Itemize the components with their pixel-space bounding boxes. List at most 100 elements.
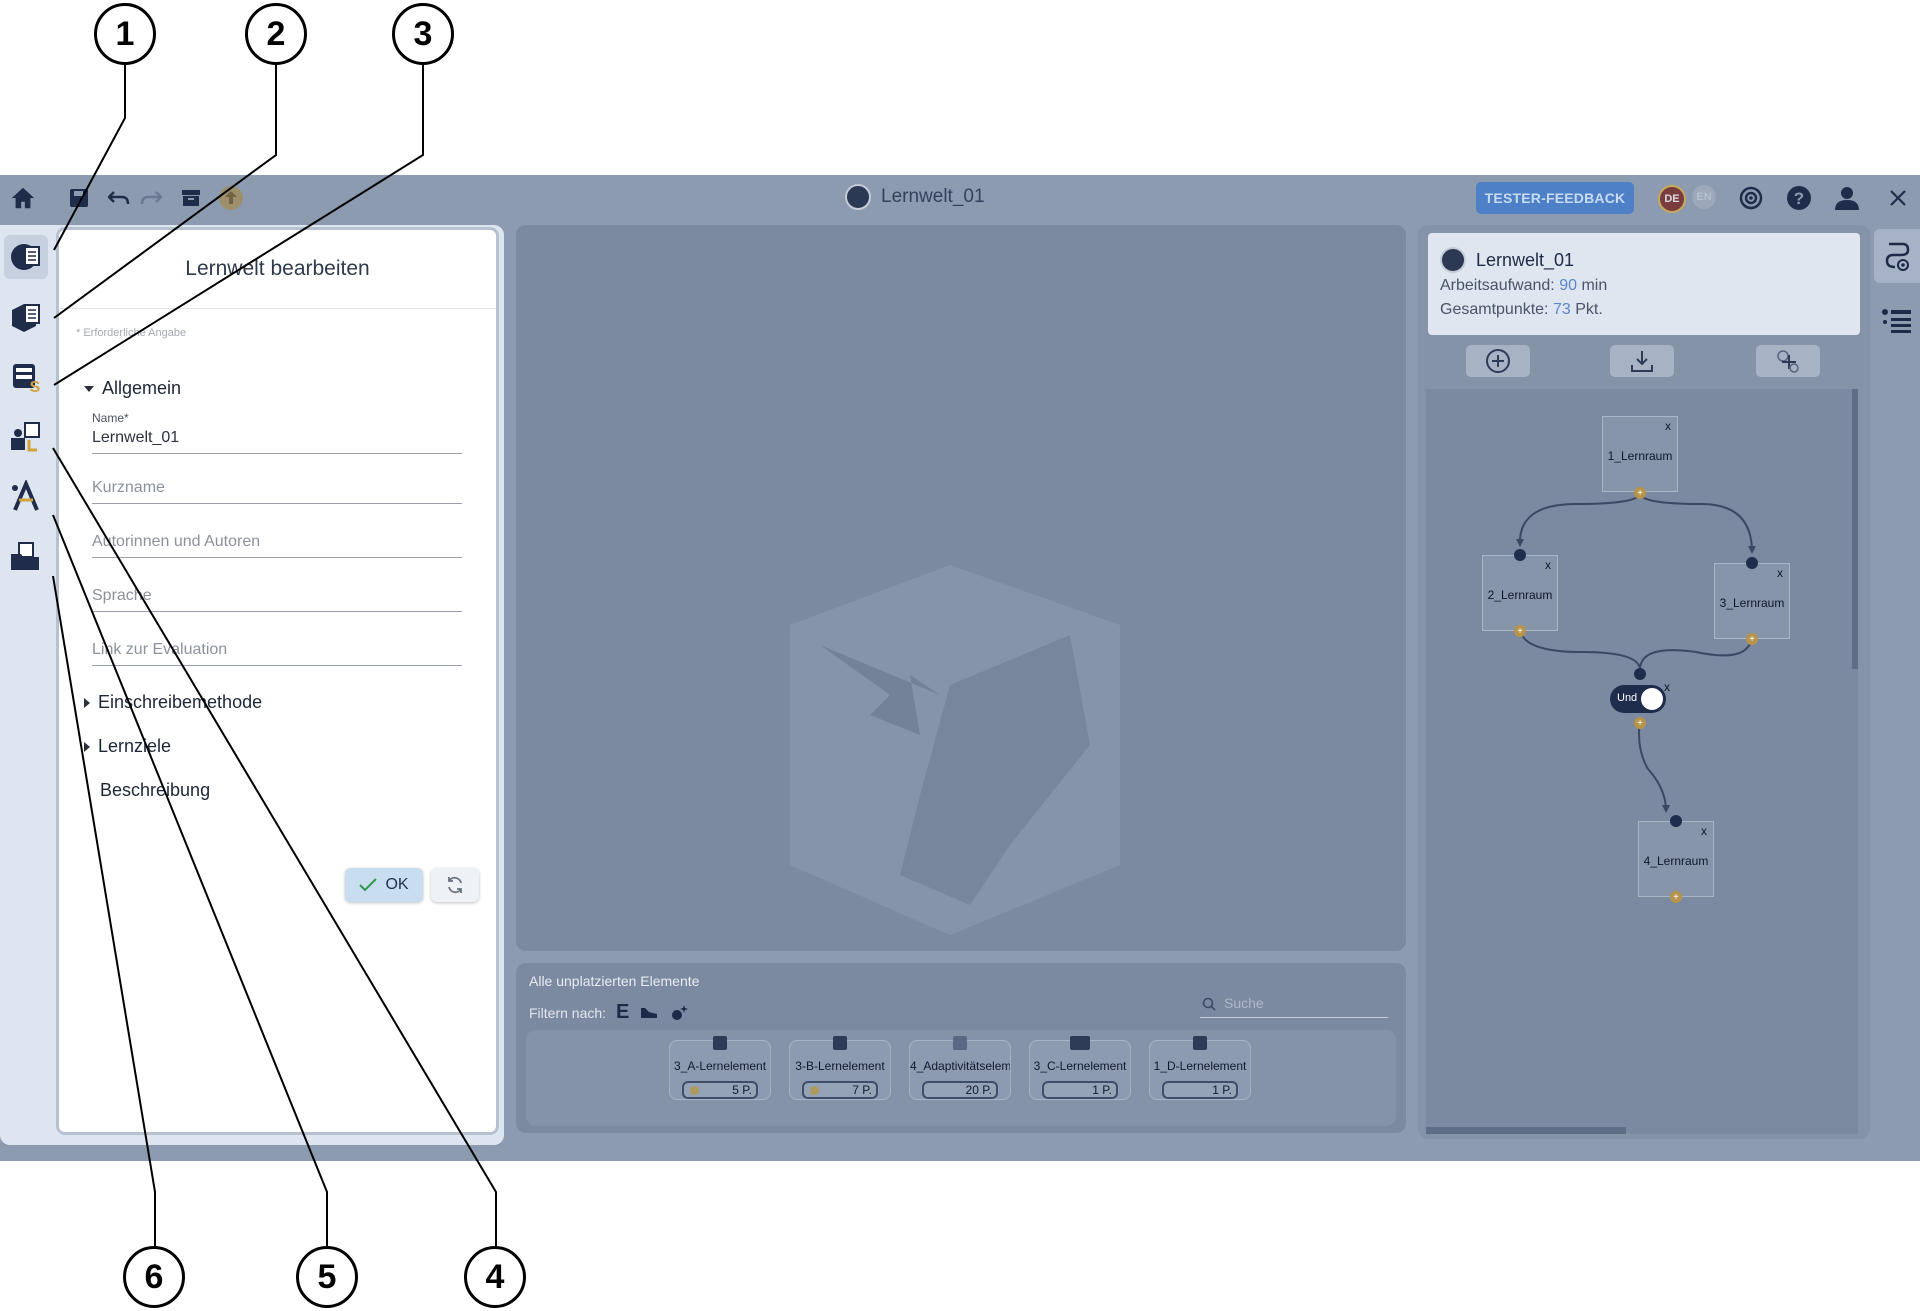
right-rail	[1874, 225, 1920, 1139]
import-button[interactable]	[1610, 345, 1674, 377]
download-icon	[1631, 351, 1653, 372]
in-pin-icon[interactable]	[1514, 549, 1526, 561]
language-input[interactable]	[92, 583, 462, 611]
adaptivity-icon	[12, 480, 39, 511]
out-pin-icon[interactable]: +	[1746, 633, 1758, 645]
authors-field[interactable]	[92, 529, 462, 558]
home-icon[interactable]	[10, 185, 36, 211]
edit-space-icon	[12, 304, 40, 332]
node-label: 2_Lernraum	[1487, 588, 1553, 602]
path-connections	[1516, 492, 1756, 813]
redo-icon[interactable]	[138, 185, 164, 211]
difficulty-dot	[810, 1086, 819, 1095]
node-label: 1_Lernraum	[1607, 449, 1673, 463]
space-node[interactable]: x 3_Lernraum	[1714, 563, 1790, 639]
adaptivity-button[interactable]	[4, 475, 48, 519]
out-pin-icon[interactable]: +	[1514, 625, 1526, 637]
node-close-icon[interactable]: x	[1701, 824, 1707, 838]
unplaced-element[interactable]: 3_A-Lernelement 5 P.	[669, 1036, 771, 1100]
lang-de-button[interactable]: DE	[1658, 185, 1686, 213]
section-description-label: Beschreibung	[100, 780, 211, 800]
horizontal-scrollbar[interactable]	[1426, 1127, 1626, 1134]
node-close-icon[interactable]: x	[1664, 680, 1670, 694]
world-info-card: Lernwelt_01 Arbeitsaufwand: 90 min Gesam…	[1428, 233, 1860, 335]
list-view-button[interactable]	[1874, 295, 1920, 349]
filter-row: Filtern nach: E	[529, 1001, 689, 1024]
story-button[interactable]	[4, 415, 48, 459]
element-type-icon	[713, 1036, 727, 1050]
add-condition-icon	[1777, 350, 1799, 373]
tester-feedback-button[interactable]: TESTER-FEEDBACK	[1476, 182, 1634, 214]
undo-icon[interactable]	[106, 185, 132, 211]
space-node[interactable]: x 4_Lernraum	[1638, 821, 1714, 897]
filter-element-button[interactable]: E	[616, 1001, 629, 1024]
node-close-icon[interactable]: x	[1777, 566, 1783, 580]
user-icon[interactable]	[1834, 185, 1860, 211]
filter-story-icon[interactable]	[639, 1004, 659, 1022]
section-general[interactable]: Allgemein	[84, 378, 181, 399]
space-node[interactable]: x 2_Lernraum	[1482, 555, 1558, 631]
filter-adaptivity-icon[interactable]	[669, 1003, 689, 1023]
difficulty-dot	[690, 1086, 699, 1095]
add-space-button[interactable]	[1466, 345, 1530, 377]
path-view-button[interactable]	[1874, 229, 1920, 283]
edit-space-button[interactable]	[4, 295, 48, 339]
lang-en-button[interactable]: EN	[1692, 185, 1716, 209]
language-field[interactable]	[92, 583, 462, 612]
help-icon[interactable]: ?	[1786, 185, 1812, 211]
section-goals[interactable]: Lernziele	[84, 736, 171, 757]
unplaced-element[interactable]: 3-B-Lernelement 7 P.	[789, 1036, 891, 1100]
caret-right-icon	[84, 741, 90, 752]
shortname-field[interactable]	[92, 475, 462, 504]
shortname-input[interactable]	[92, 475, 462, 503]
section-description[interactable]: Beschreibung	[100, 780, 210, 801]
unplaced-element[interactable]: 4_Adaptivitätselement 20 P.	[909, 1036, 1011, 1100]
out-pin-icon[interactable]: +	[1670, 891, 1682, 903]
element-icon: S	[13, 364, 41, 394]
element-button[interactable]: S	[4, 355, 48, 399]
app-window: Lernwelt_01 TESTER-FEEDBACK DE EN ? S Le…	[0, 175, 1920, 1161]
evaluation-link-field[interactable]	[92, 637, 462, 666]
world-title: Lernwelt_01	[845, 184, 985, 210]
vertical-scrollbar[interactable]	[1852, 389, 1858, 669]
unplaced-element[interactable]: 3_C-Lernelement 1 P.	[1029, 1036, 1131, 1100]
in-pin-icon[interactable]	[1670, 815, 1682, 827]
upload-icon[interactable]	[218, 185, 244, 211]
save-icon[interactable]	[66, 185, 92, 211]
element-points: 5 P.	[682, 1081, 758, 1099]
plus-circle-icon	[1486, 349, 1510, 373]
element-name: 1_D-Lernelement	[1153, 1059, 1247, 1073]
node-close-icon[interactable]: x	[1665, 419, 1671, 433]
unplaced-element[interactable]: 1_D-Lernelement 1 P.	[1149, 1036, 1251, 1100]
target-icon[interactable]	[1738, 185, 1764, 211]
close-icon[interactable]	[1885, 185, 1911, 211]
filter-label: Filtern nach:	[529, 1004, 607, 1021]
folder-button[interactable]	[4, 535, 48, 579]
condition-node[interactable]: x Und	[1606, 678, 1672, 718]
out-pin-icon[interactable]: +	[1634, 487, 1646, 499]
points-line: Gesamtpunkte: 73 Pkt.	[1440, 301, 1603, 318]
out-pin-icon[interactable]: +	[1634, 717, 1646, 729]
archive-icon[interactable]	[178, 185, 204, 211]
unplaced-search[interactable]: Suche	[1200, 995, 1388, 1018]
reset-button[interactable]	[431, 868, 479, 902]
in-pin-icon[interactable]	[1634, 668, 1646, 680]
in-pin-icon[interactable]	[1746, 557, 1758, 569]
add-condition-button[interactable]	[1756, 345, 1820, 377]
space-node[interactable]: x 1_Lernraum	[1602, 416, 1678, 492]
edit-world-button[interactable]	[4, 235, 48, 279]
unplaced-title: Alle unplatzierten Elemente	[529, 973, 700, 989]
node-close-icon[interactable]: x	[1545, 558, 1551, 572]
name-field[interactable]: Name*	[92, 411, 462, 454]
globe-icon	[1440, 247, 1466, 273]
evaluation-link-input[interactable]	[92, 637, 462, 665]
authors-input[interactable]	[92, 529, 462, 557]
section-enrollment[interactable]: Einschreibemethode	[84, 692, 262, 713]
ok-button[interactable]: OK	[345, 868, 423, 902]
element-name: 3-B-Lernelement	[795, 1059, 885, 1073]
learning-path-graph[interactable]: x 1_Lernraum + x 2_Lernraum + x 3_Lernra…	[1426, 389, 1858, 1134]
name-input[interactable]	[92, 425, 462, 453]
and-toggle[interactable]: Und	[1610, 685, 1666, 713]
toggle-knob	[1641, 688, 1663, 710]
world-info-title: Lernwelt_01	[1440, 247, 1574, 273]
